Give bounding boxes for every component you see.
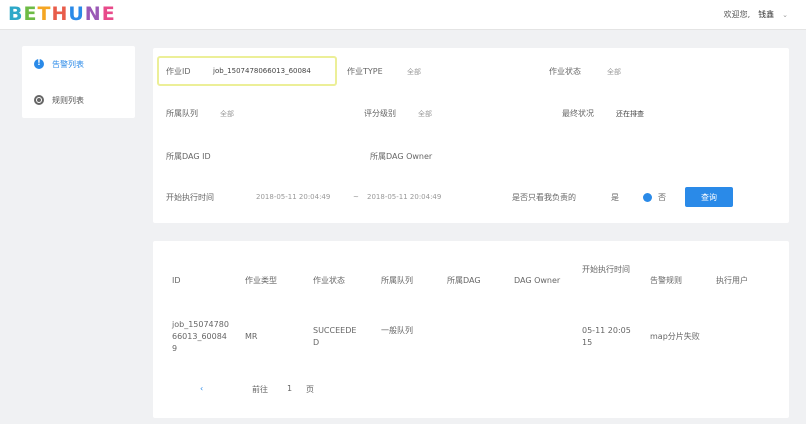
queue-select[interactable]: 全部 (220, 109, 234, 119)
handle-status-label: 最终状况 (562, 109, 594, 118)
top-bar: BETHUNE 欢迎您, 钱鑫 ⌄ (0, 0, 806, 30)
pager-page-input[interactable]: 1 (287, 384, 292, 393)
start-time-label: 开始执行时间 (166, 193, 214, 202)
column-header-alert-rule[interactable]: 告警规则 (650, 275, 682, 287)
column-header-exec-user[interactable]: 执行用户 (716, 275, 748, 287)
cell-start-time: 05-11 20:05 15 (582, 326, 631, 347)
dag-owner-label: 所属DAG Owner (370, 152, 433, 161)
job-type-select[interactable]: 全部 (407, 67, 421, 77)
user-area: 欢迎您, 钱鑫 ⌄ (724, 9, 788, 20)
column-header-status[interactable]: 作业状态 (313, 275, 345, 287)
radio-selected-icon[interactable] (643, 193, 652, 202)
cell-id[interactable]: job_15074780 66013_60084 9 (172, 319, 234, 355)
logo-letter: E (23, 3, 38, 25)
logo-letter: B (8, 3, 24, 25)
dag-id-label: 所属DAG ID (166, 152, 211, 161)
only-mine-label: 是否只看我负责的 (512, 193, 576, 202)
sidebar-item-label: 告警列表 (52, 59, 84, 69)
column-header-type[interactable]: 作业类型 (245, 275, 277, 287)
pager-goto-label: 前往 (252, 385, 268, 394)
sidebar: 告警列表 规则列表 (22, 46, 135, 118)
job-id-input[interactable]: job_1507478066013_60084 (213, 67, 311, 75)
search-button[interactable]: 查询 (685, 187, 733, 207)
column-header-dag[interactable]: 所属DAG (447, 275, 481, 287)
logo-letter: N (84, 3, 102, 25)
column-header-start-time[interactable]: 开始执行时间 (582, 264, 632, 276)
cell-queue: 一般队列 (381, 326, 413, 335)
cell-alert-rule: map分片失败 (650, 332, 700, 341)
pager-prev-button[interactable]: ‹ (200, 384, 203, 393)
job-status-label: 作业状态 (549, 67, 581, 76)
welcome-text: 欢迎您, (723, 10, 751, 19)
score-level-select[interactable]: 全部 (418, 109, 432, 119)
bethune-logo[interactable]: BETHUNE (8, 3, 116, 25)
logo-letter: U (68, 3, 85, 25)
alert-icon (34, 58, 44, 69)
pager-page-suffix: 页 (306, 385, 314, 394)
start-time-to-input[interactable]: 2018-05-11 20:04:49 (367, 193, 441, 201)
gear-icon (34, 95, 44, 105)
column-header-dag-owner[interactable]: DAG Owner (514, 275, 560, 287)
logo-letter: T (37, 3, 52, 25)
user-name[interactable]: 钱鑫 (758, 9, 774, 20)
score-level-label: 评分级别 (364, 109, 396, 118)
logo-letter: E (101, 3, 116, 25)
job-status-select[interactable]: 全部 (607, 67, 621, 77)
job-type-label: 作业TYPE (347, 67, 383, 76)
handle-status-select[interactable]: 还在排查 (616, 109, 644, 119)
sidebar-item-rules[interactable]: 规则列表 (34, 92, 84, 108)
start-time-from-input[interactable]: 2018-05-11 20:04:49 (256, 193, 330, 201)
only-mine-no[interactable]: 否 (658, 192, 666, 203)
only-mine-yes[interactable]: 是 (611, 192, 619, 203)
queue-label: 所属队列 (166, 109, 198, 118)
cell-status: SUCCEEDE D (313, 326, 357, 347)
results-table-panel (153, 241, 789, 418)
column-header-queue[interactable]: 所属队列 (381, 275, 413, 287)
chevron-down-icon[interactable]: ⌄ (782, 11, 788, 19)
column-header-id[interactable]: ID (172, 275, 181, 287)
time-range-separator: ~ (353, 193, 359, 201)
cell-type: MR (245, 332, 258, 341)
job-id-label: 作业ID (166, 67, 191, 76)
sidebar-item-label: 规则列表 (52, 95, 84, 105)
logo-letter: H (51, 3, 69, 25)
sidebar-item-alerts[interactable]: 告警列表 (34, 56, 84, 72)
